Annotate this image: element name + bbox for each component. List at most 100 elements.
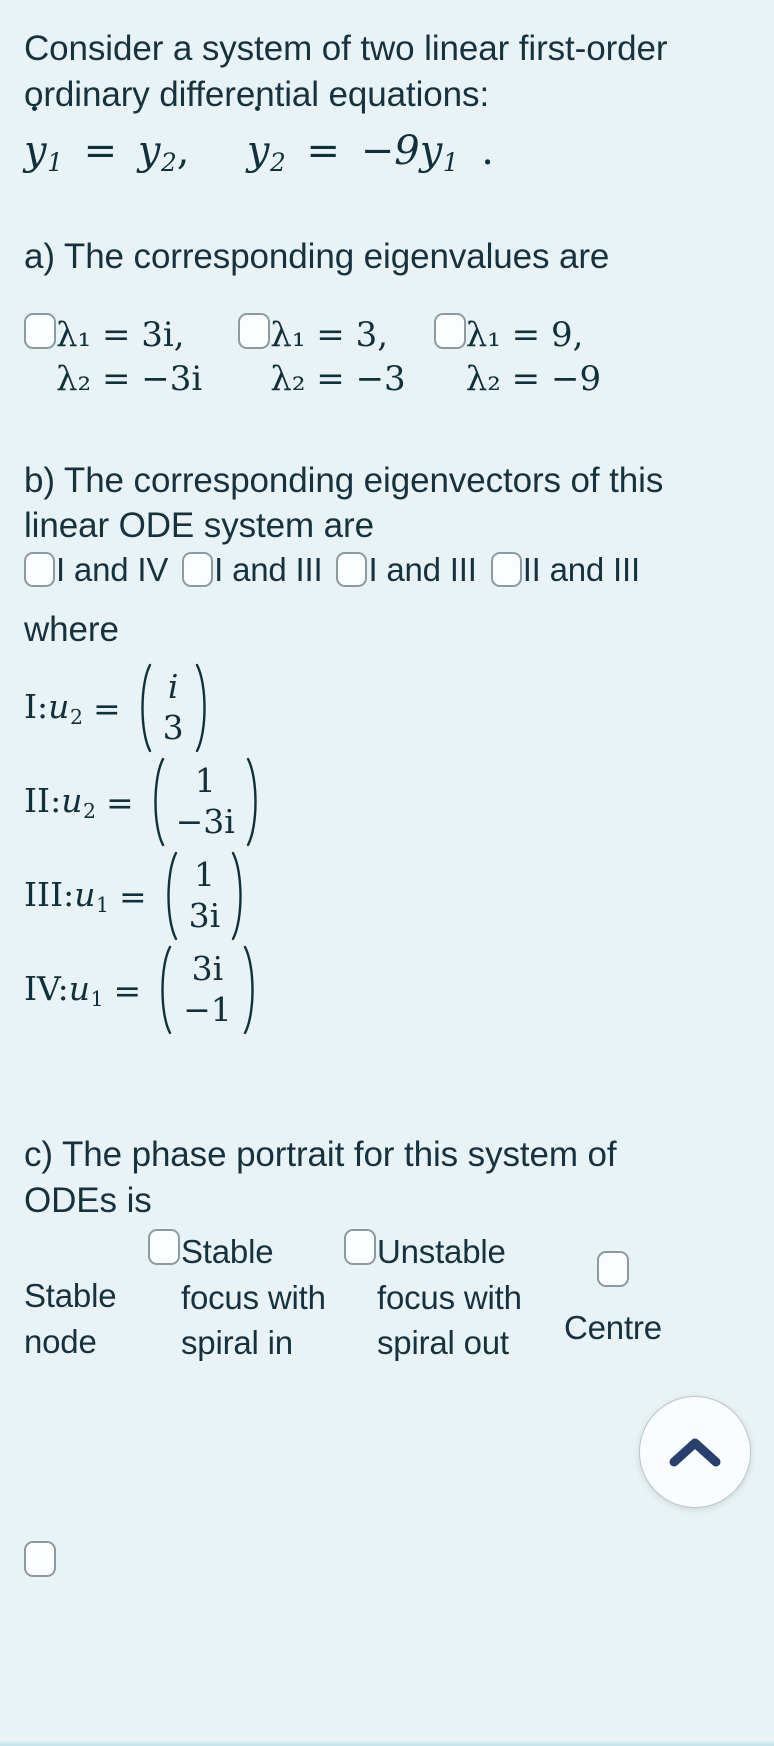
vector-I-sub: 2	[69, 704, 83, 729]
part-b-option-3-label: I and III	[368, 550, 477, 588]
part-c-option-3-label: Unstable focus with spiral out	[377, 1229, 522, 1366]
part-b-option-4-label: II and III	[522, 550, 640, 588]
part-c-option-1-line-2: Stable	[24, 1277, 117, 1315]
part-b-option-4[interactable]: II and III	[490, 550, 640, 589]
checkbox-phase-portrait-4[interactable]	[596, 1251, 629, 1288]
vector-II-sub: 2	[82, 798, 96, 823]
part-a-option-1-lambda2: λ₂ = −3i	[56, 359, 203, 400]
part-c-option-2-label: Stable focus with spiral in	[181, 1229, 326, 1366]
eigenvector-definition-III: III:u1 = 1 3i	[24, 850, 752, 942]
checkbox-eigenvalue-1[interactable]	[24, 313, 56, 350]
vector-IV-sub: 1	[90, 986, 104, 1011]
paren-left-II	[148, 756, 166, 848]
eq-comma: ,	[176, 128, 190, 174]
part-c-option-2-line-3: spiral in	[181, 1324, 293, 1362]
part-a-option-1[interactable]: λ₁ = 3i, λ₂ = −3i	[24, 313, 202, 401]
part-c-option-2-line-1: Stable	[181, 1233, 274, 1271]
paren-left-III	[161, 850, 179, 942]
vector-IV-name: IV	[24, 969, 58, 1009]
intro-line-2: ordinary differential equations:	[24, 74, 490, 114]
part-c-option-2-line-2: focus with	[181, 1278, 326, 1316]
eq-lhs1-sub: 1	[47, 147, 63, 177]
quiz-page: Consider a system of two linear first-or…	[0, 0, 774, 1746]
checkbox-phase-portrait-1-visual[interactable]	[24, 1541, 56, 1577]
scroll-to-top-button[interactable]	[639, 1396, 751, 1508]
system-equation: y1 = y2, y2 = −9y1 .	[24, 106, 752, 177]
part-c-option-4-label: Centre	[564, 1309, 662, 1347]
vector-II-matrix: 1 −3i	[148, 756, 263, 848]
part-c-option-1[interactable]: Stable node	[24, 1229, 148, 1364]
part-c-option-3[interactable]: Unstable focus with spiral out	[344, 1229, 544, 1366]
vector-II-var: u	[61, 781, 83, 821]
part-a-option-3-lambda1: λ₁ = 9,	[465, 315, 584, 356]
eq-lhs2-var: y	[246, 128, 270, 174]
vector-I-top: i	[167, 667, 179, 707]
vector-II-name: II	[24, 781, 51, 821]
part-a-option-3[interactable]: λ₁ = 9, λ₂ = −9	[433, 313, 602, 401]
vector-IV-top: 3i	[191, 949, 224, 989]
eq-rhs2: −9y	[360, 128, 443, 174]
part-c-option-4[interactable]: Centre	[544, 1229, 662, 1351]
vector-IV-matrix: 3i −1	[155, 944, 260, 1036]
paren-left-I	[135, 662, 153, 754]
checkbox-phase-portrait-2[interactable]	[148, 1229, 180, 1266]
checkbox-eigenvector-4[interactable]	[490, 552, 522, 588]
checkbox-phase-portrait-3[interactable]	[344, 1229, 376, 1266]
checkbox-eigenvector-2[interactable]	[182, 552, 214, 588]
part-b-option-2[interactable]: I and III	[182, 551, 323, 589]
part-a-option-2-lambda2: λ₂ = −3	[270, 359, 406, 400]
part-a-options: λ₁ = 3i, λ₂ = −3i λ₁ = 3, λ₂ = −3 λ₁ = 9…	[24, 313, 752, 401]
part-b-option-3[interactable]: I and III	[336, 550, 477, 589]
part-b-where-label: where	[24, 609, 119, 649]
vector-II-top: 1	[194, 761, 216, 801]
intro-block: Consider a system of two linear first-or…	[24, 26, 752, 176]
eq-lhs1-var: y	[24, 128, 47, 174]
eq-rhs2-sub: 1	[442, 147, 459, 177]
part-b: b) The corresponding eigenvectors of thi…	[24, 458, 752, 1037]
part-a-option-2-lambda1: λ₁ = 3,	[270, 315, 389, 356]
part-c-option-2[interactable]: Stable focus with spiral in	[148, 1229, 344, 1366]
part-a: a) The corresponding eigenvalues are λ₁ …	[24, 234, 752, 402]
checkbox-eigenvector-3[interactable]	[336, 552, 368, 588]
checkbox-eigenvalue-2[interactable]	[238, 313, 271, 350]
vector-I-bottom: 3	[162, 708, 184, 748]
vector-III-top: 1	[193, 855, 215, 895]
part-c-prompt-line-1: c) The phase portrait for this system of	[24, 1135, 617, 1175]
part-b-options: I and IV I and III I and III II and III	[24, 551, 752, 589]
part-b-prompt-line-2: linear ODE system are	[24, 506, 374, 546]
part-a-prompt: a) The corresponding eigenvalues are	[24, 236, 610, 276]
paren-right-II	[245, 756, 263, 848]
part-c-option-3-line-3: spiral out	[377, 1324, 509, 1362]
eq-period: .	[481, 128, 495, 174]
vector-I-matrix: i 3	[135, 662, 212, 754]
part-a-option-1-lambda1: λ₁ = 3i,	[56, 315, 185, 356]
part-c-options: Stable node Stable focus with spiral in …	[24, 1229, 752, 1366]
checkbox-eigenvalue-3[interactable]	[433, 313, 466, 350]
vector-II-equals: =	[105, 782, 134, 822]
vector-I-var: u	[48, 687, 70, 727]
part-c-option-1-label: Stable node	[24, 1273, 117, 1364]
paren-right-I	[194, 662, 212, 754]
checkbox-eigenvector-1[interactable]	[24, 552, 55, 588]
intro-line-1: Consider a system of two linear first-or…	[24, 29, 668, 68]
eigenvector-definition-IV: IV:u1 = 3i −1	[24, 944, 752, 1036]
part-b-option-1-label: I and IV	[56, 550, 169, 588]
vector-III-name: III	[24, 875, 64, 915]
part-c-prompt-line-2: ODEs is	[24, 1180, 152, 1220]
eq-lhs2-sub: 2	[270, 147, 286, 177]
bottom-divider	[0, 1741, 774, 1746]
part-a-option-2[interactable]: λ₁ = 3, λ₂ = −3	[238, 313, 406, 401]
vector-IV-bottom: −1	[183, 990, 232, 1030]
part-c-option-1-line-3: node	[24, 1322, 97, 1360]
paren-right-IV	[242, 944, 260, 1036]
part-b-option-1[interactable]: I and IV	[24, 551, 168, 589]
paren-right-III	[230, 850, 248, 942]
vector-IV-equals: =	[113, 970, 142, 1010]
eigenvector-definition-II: II:u2 = 1 −3i	[24, 756, 752, 848]
paren-left-IV	[155, 944, 173, 1036]
vector-I-name: I	[24, 687, 38, 727]
part-a-option-3-lambda2: λ₂ = −9	[465, 359, 602, 400]
vector-I-equals: =	[92, 688, 121, 728]
chevron-up-icon	[669, 1436, 721, 1468]
vector-IV-var: u	[68, 969, 90, 1009]
